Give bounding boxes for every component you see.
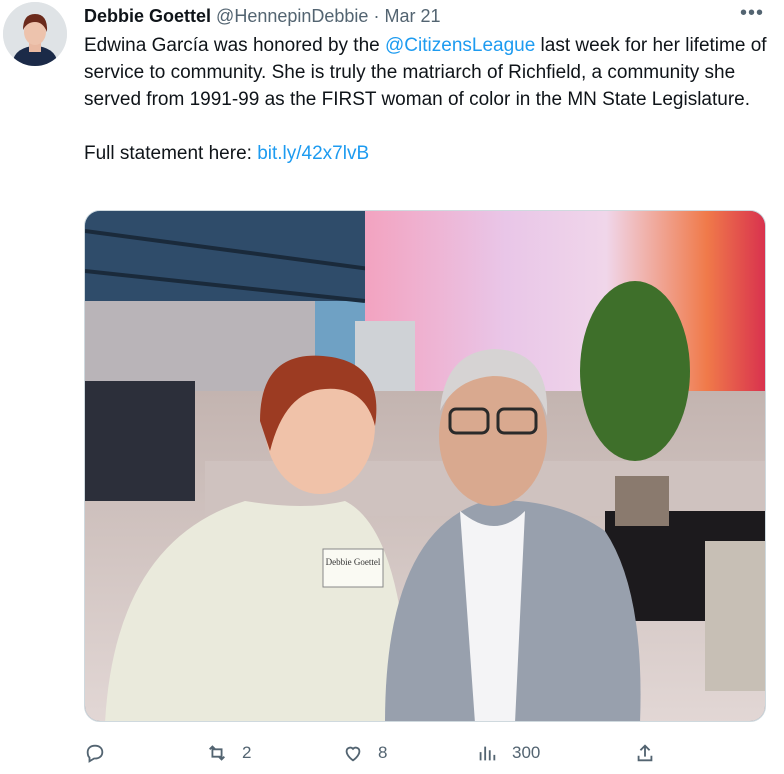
author-name[interactable]: Debbie Goettel [84, 6, 211, 26]
reply-button[interactable] [84, 736, 120, 770]
reply-icon [86, 744, 104, 763]
tweet-photo[interactable]: Debbie Goettel [84, 210, 766, 722]
author-avatar[interactable] [3, 2, 67, 66]
statement-label: Full statement here: [84, 143, 258, 164]
tweet-paragraph: Edwina García was honored by the @Citize… [84, 32, 774, 113]
event-photo: Debbie Goettel [85, 211, 765, 721]
author-handle[interactable]: @HennepinDebbie [216, 6, 368, 26]
more-icon[interactable]: ••• [740, 2, 764, 25]
views-button[interactable]: 300 [476, 736, 540, 770]
mention-link[interactable]: @CitizensLeague [385, 35, 535, 56]
views-count: 300 [512, 743, 541, 762]
header-separator: · [373, 6, 380, 26]
share-icon [637, 744, 653, 762]
tweet-actions: 2 8 300 [84, 736, 774, 770]
tweet-header: Debbie Goettel @HennepinDebbie · Mar 21 [84, 4, 784, 28]
tweet-date[interactable]: Mar 21 [384, 6, 440, 26]
views-icon [479, 746, 496, 761]
name-tag-text: Debbie Goettel [326, 557, 381, 567]
retweet-button[interactable]: 2 [206, 736, 251, 770]
avatar-photo [3, 2, 67, 66]
statement-paragraph: Full statement here: bit.ly/42x7lvB [84, 140, 774, 167]
tweet-text: Edwina García was honored by the @Citize… [84, 32, 774, 167]
text-intro: Edwina García was honored by the [84, 35, 386, 56]
share-button[interactable] [634, 736, 670, 770]
heart-icon [345, 746, 361, 762]
retweet-icon [209, 745, 225, 761]
statement-link[interactable]: bit.ly/42x7lvB [257, 143, 369, 164]
like-button[interactable]: 8 [342, 736, 387, 770]
retweet-count: 2 [242, 743, 252, 762]
like-count: 8 [378, 743, 388, 762]
